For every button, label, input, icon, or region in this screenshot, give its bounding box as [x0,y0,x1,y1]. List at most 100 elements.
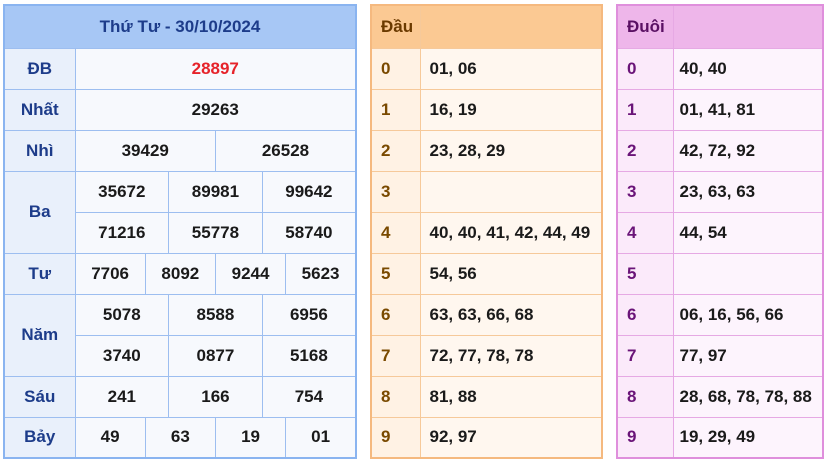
prize-row-tu: Tư 7706 8092 9244 5623 [3,252,357,295]
prize-value: 754 [261,375,357,418]
dau-digit: 6 [370,293,421,336]
prize-value: 55778 [168,211,263,254]
duoi-digit: 8 [616,375,674,418]
duoi-header-row: Đuôi [616,4,824,49]
dau-digit: 3 [370,170,421,213]
prize-value: 49 [74,416,146,459]
dau-digit: 2 [370,129,421,172]
duoi-row: 9 19, 29, 49 [616,416,824,459]
duoi-digit: 0 [616,47,674,90]
duoi-header-blank [672,4,824,49]
prize-value: 6956 [261,293,357,336]
dau-header-blank [419,4,603,49]
duoi-digit: 5 [616,252,674,295]
duoi-digit: 7 [616,334,674,377]
dau-row: 9 92, 97 [370,416,603,459]
prize-value: 01 [285,416,357,459]
prize-row-nam: Năm 5078 8588 6956 [3,293,357,377]
dau-numbers: 01, 06 [419,47,603,90]
duoi-header: Đuôi [616,4,674,49]
dau-digit: 5 [370,252,421,295]
dau-numbers: 16, 19 [419,88,603,131]
dau-rows: 0 01, 06 1 16, 19 2 23, 28, 29 3 4 40, 40, 41, 4… [370,47,603,459]
prize-label-nhat: Nhất [3,88,76,131]
results-table: Thứ Tư - 30/10/2024 ĐB 28897 Nhất 29263 … [3,4,357,459]
dau-digit: 7 [370,334,421,377]
prize-value: 58740 [261,211,357,254]
results-title: Thứ Tư - 30/10/2024 [3,4,357,49]
duoi-numbers: 77, 97 [672,334,824,377]
prize-value: 89981 [168,170,263,213]
duoi-row: 0 40, 40 [616,47,824,90]
prize-row-bay: Bảy 49 63 19 01 [3,416,357,459]
dau-digit: 1 [370,88,421,131]
dau-header-row: Đầu [370,4,603,49]
duoi-digit: 1 [616,88,674,131]
prize-value: 71216 [74,211,170,254]
prize-label-nhi: Nhì [3,129,76,172]
duoi-numbers: 40, 40 [672,47,824,90]
prize-value: 5623 [285,252,357,295]
prize-value: 26528 [214,129,357,172]
duoi-rows: 0 40, 40 1 01, 41, 81 2 42, 72, 92 3 23, 63, 63… [616,47,824,459]
duoi-numbers [672,252,824,295]
prize-value: 5168 [261,334,357,377]
dau-table: Đầu 0 01, 06 1 16, 19 2 23, 28, 29 3 4 40, 40, 4… [370,4,603,459]
prize-value: 19 [214,416,287,459]
dau-row: 4 40, 40, 41, 42, 44, 49 [370,211,603,254]
dau-numbers: 54, 56 [419,252,603,295]
duoi-numbers: 28, 68, 78, 78, 88 [672,375,824,418]
duoi-numbers: 42, 72, 92 [672,129,824,172]
dau-numbers: 40, 40, 41, 42, 44, 49 [419,211,603,254]
duoi-digit: 2 [616,129,674,172]
dau-digit: 9 [370,416,421,459]
dau-digit: 8 [370,375,421,418]
dau-numbers: 92, 97 [419,416,603,459]
prize-value: 5078 [74,293,170,336]
duoi-row: 2 42, 72, 92 [616,129,824,172]
dau-row: 0 01, 06 [370,47,603,90]
duoi-digit: 6 [616,293,674,336]
dau-row: 6 63, 63, 66, 68 [370,293,603,336]
duoi-digit: 4 [616,211,674,254]
dau-numbers: 23, 28, 29 [419,129,603,172]
duoi-row: 4 44, 54 [616,211,824,254]
dau-header: Đầu [370,4,421,49]
prize-value: 63 [144,416,216,459]
prize-value: 166 [168,375,263,418]
prize-row-ba: Ba 35672 89981 99642 [3,170,357,254]
duoi-table: Đuôi 0 40, 40 1 01, 41, 81 2 42, 72, 92 3 23, 6… [616,4,824,459]
duoi-numbers: 23, 63, 63 [672,170,824,213]
dau-digit: 0 [370,47,421,90]
prize-value: 29263 [74,88,357,131]
prize-label-bay: Bảy [3,416,76,459]
prize-value: 99642 [261,170,357,213]
dau-numbers: 72, 77, 78, 78 [419,334,603,377]
prize-value: 3740 [74,334,170,377]
prize-label-db: ĐB [3,47,76,90]
duoi-numbers: 06, 16, 56, 66 [672,293,824,336]
prize-value: 8588 [168,293,263,336]
duoi-digit: 3 [616,170,674,213]
dau-numbers: 63, 63, 66, 68 [419,293,603,336]
prize-label-nam: Năm [3,293,76,377]
dau-row: 7 72, 77, 78, 78 [370,334,603,377]
prize-row-sau: Sáu 241 166 754 [3,375,357,418]
prize-value: 35672 [74,170,170,213]
dau-numbers [419,170,603,213]
duoi-numbers: 01, 41, 81 [672,88,824,131]
duoi-row: 6 06, 16, 56, 66 [616,293,824,336]
dau-row: 3 [370,170,603,213]
prize-row-nhat: Nhất 29263 [3,88,357,131]
duoi-row: 7 77, 97 [616,334,824,377]
prize-value: 7706 [74,252,146,295]
prize-value: 241 [74,375,170,418]
prize-label-sau: Sáu [3,375,76,418]
dau-row: 5 54, 56 [370,252,603,295]
prize-row-db: ĐB 28897 [3,47,357,90]
prize-value: 0877 [168,334,263,377]
dau-row: 8 81, 88 [370,375,603,418]
prize-value: 9244 [214,252,287,295]
dau-numbers: 81, 88 [419,375,603,418]
special-prize-value: 28897 [74,47,357,90]
